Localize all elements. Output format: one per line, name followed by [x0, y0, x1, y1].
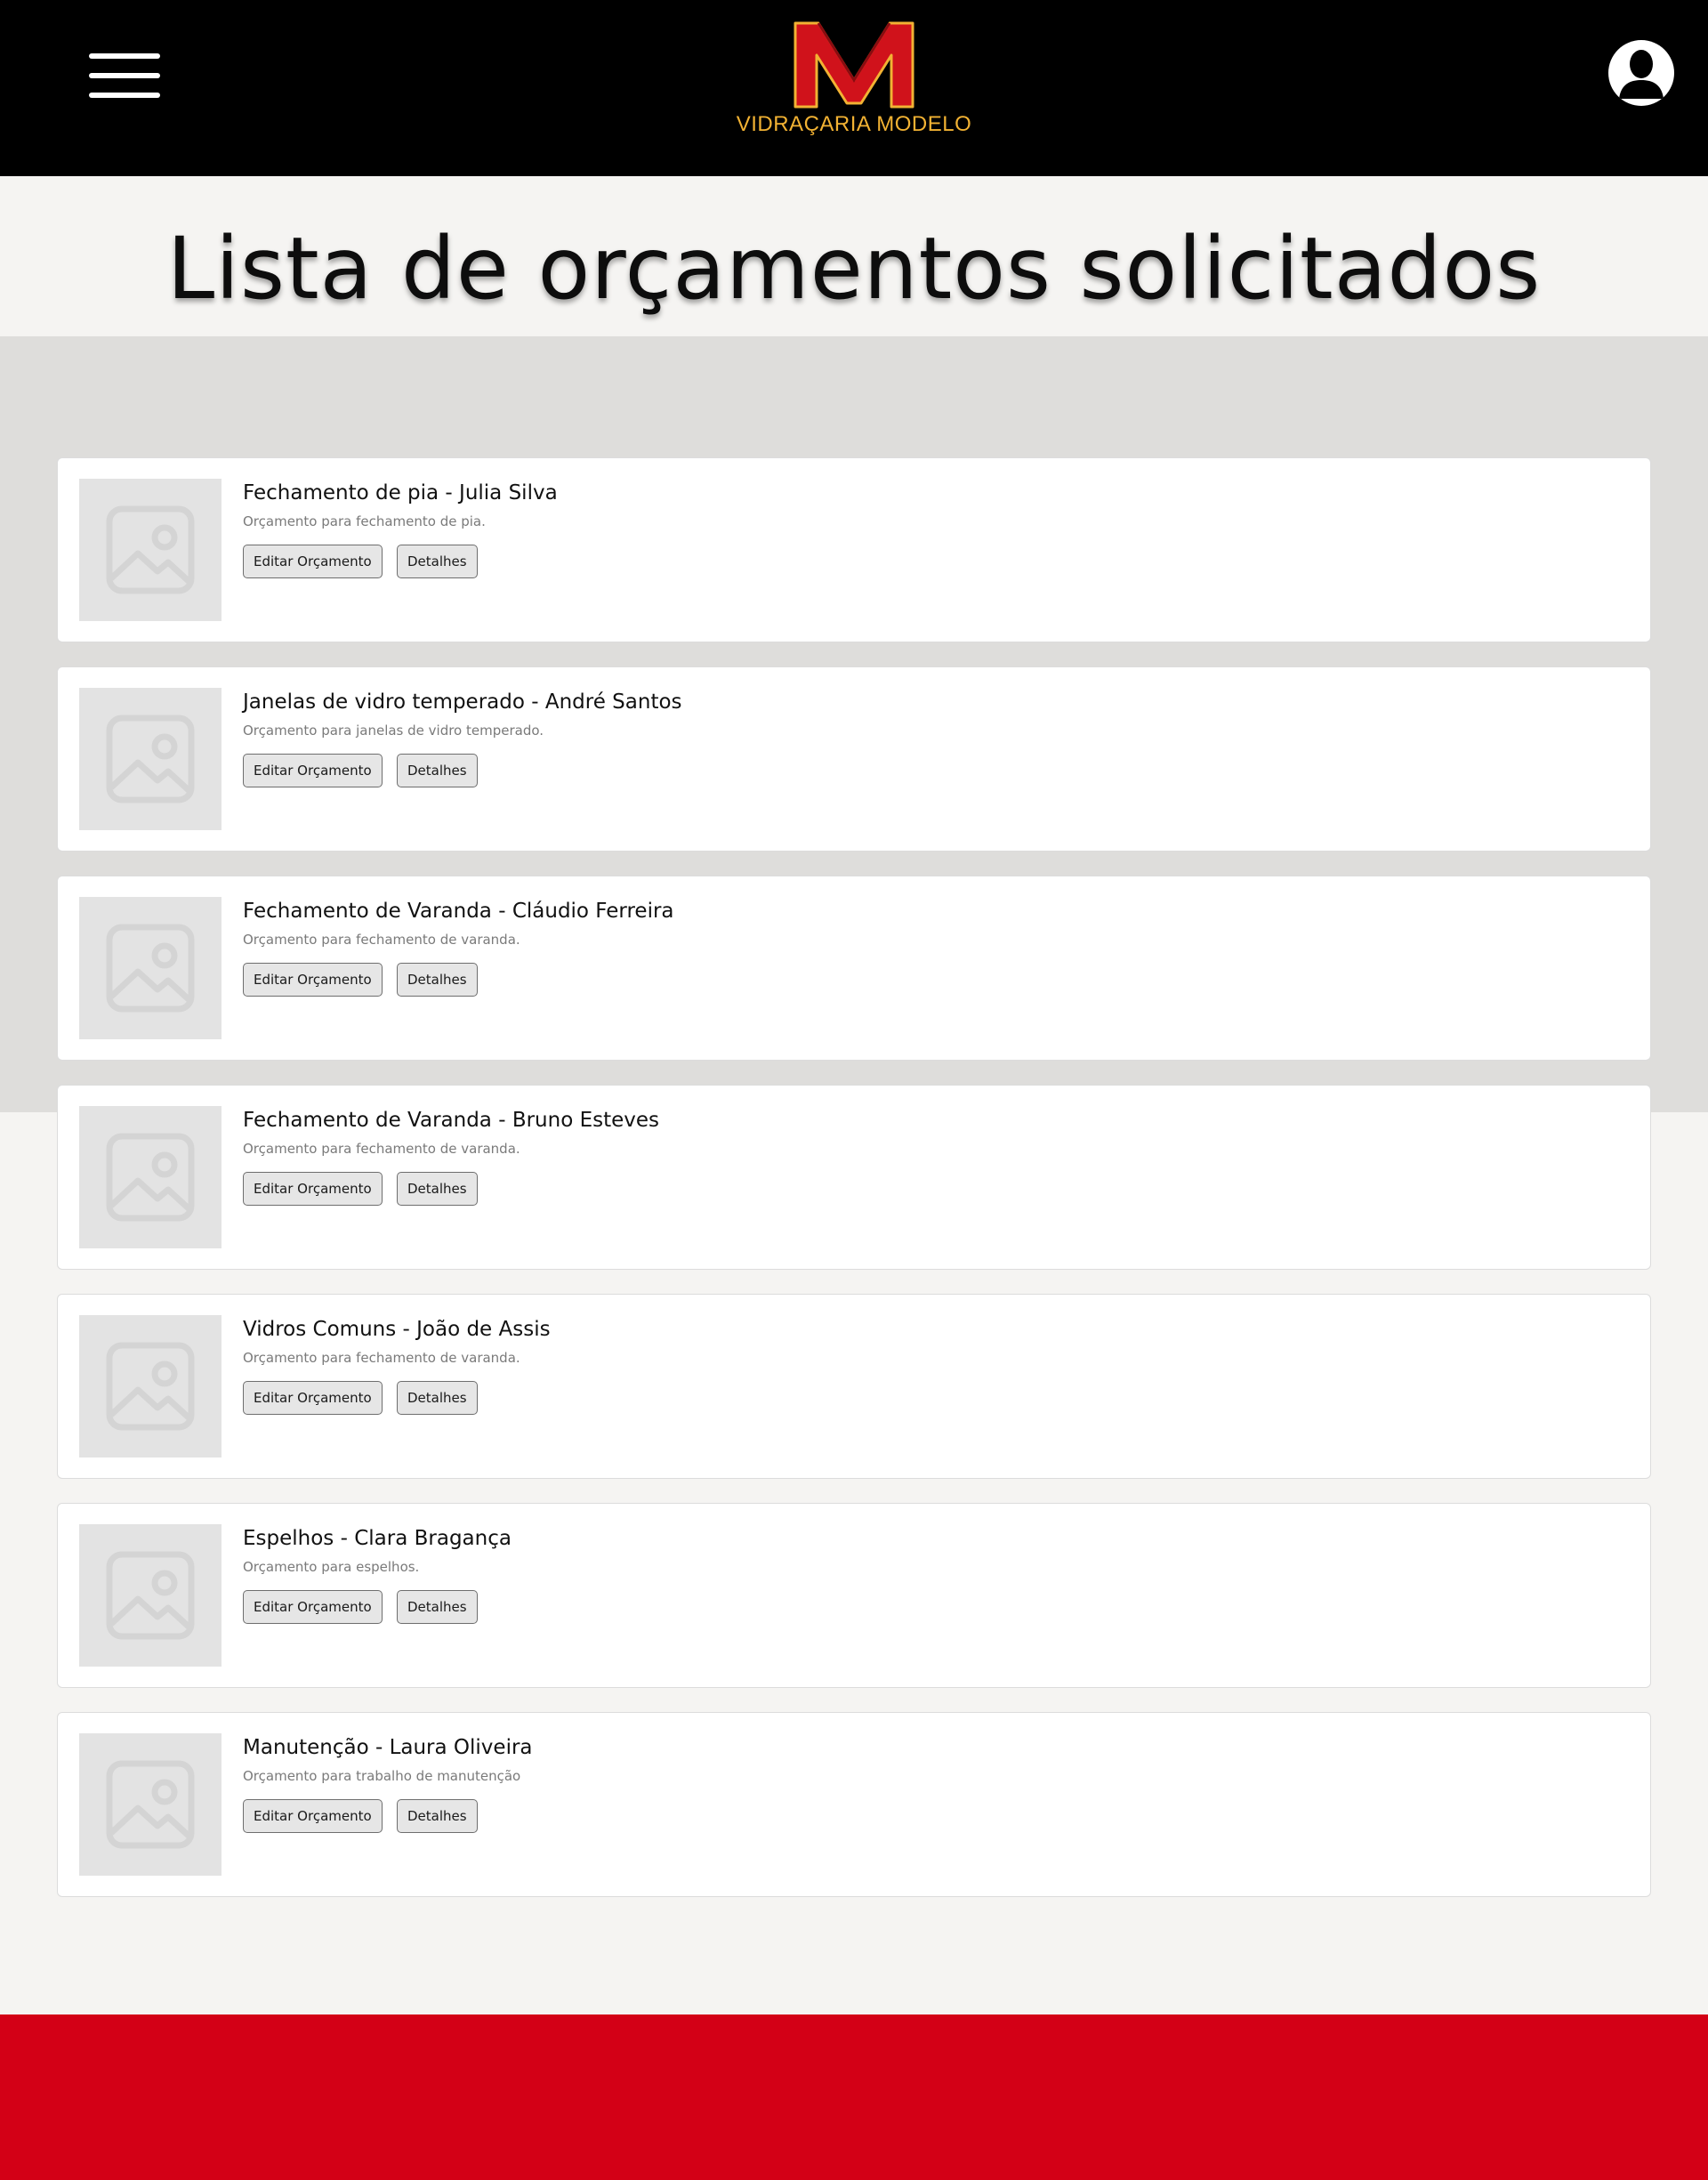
edit-quote-button[interactable]: Editar Orçamento	[243, 1590, 383, 1624]
quote-thumbnail	[79, 1106, 222, 1248]
quote-title: Fechamento de Varanda - Cláudio Ferreira	[243, 900, 674, 923]
edit-quote-button[interactable]: Editar Orçamento	[243, 1172, 383, 1206]
quote-description: Orçamento para espelhos.	[243, 1559, 420, 1575]
details-button[interactable]: Detalhes	[397, 1590, 478, 1624]
brand-logo[interactable]: VIDRAÇARIA MODELO	[729, 18, 979, 142]
quote-description: Orçamento para fechamento de varanda.	[243, 1350, 520, 1366]
menu-line	[89, 53, 160, 59]
quote-card: Fechamento de pia - Julia Silva Orçament…	[57, 457, 1651, 642]
page-title: Lista de orçamentos solicitados	[166, 219, 1542, 319]
image-placeholder-icon	[106, 1342, 195, 1431]
menu-line	[89, 93, 160, 98]
quote-title: Fechamento de pia - Julia Silva	[243, 481, 558, 505]
person-silhouette-icon	[1619, 50, 1664, 99]
quote-card: Espelhos - Clara Bragança Orçamento para…	[57, 1503, 1651, 1688]
quote-description: Orçamento para janelas de vidro temperad…	[243, 723, 544, 739]
quote-card: Fechamento de Varanda - Cláudio Ferreira…	[57, 876, 1651, 1061]
quote-card: Vidros Comuns - João de Assis Orçamento …	[57, 1294, 1651, 1479]
details-button[interactable]: Detalhes	[397, 1381, 478, 1415]
image-placeholder-icon	[106, 505, 195, 594]
edit-quote-button[interactable]: Editar Orçamento	[243, 545, 383, 578]
quote-list: Fechamento de pia - Julia Silva Orçament…	[57, 457, 1651, 1921]
edit-quote-button[interactable]: Editar Orçamento	[243, 754, 383, 787]
title-section: Lista de orçamentos solicitados	[0, 176, 1708, 336]
quote-description: Orçamento para fechamento de pia.	[243, 513, 486, 529]
footer	[0, 2014, 1708, 2180]
quote-title: Vidros Comuns - João de Assis	[243, 1318, 551, 1341]
quote-title: Fechamento de Varanda - Bruno Esteves	[243, 1109, 660, 1132]
edit-quote-button[interactable]: Editar Orçamento	[243, 1799, 383, 1833]
hamburger-menu-icon[interactable]	[89, 52, 160, 100]
details-button[interactable]: Detalhes	[397, 1172, 478, 1206]
quote-title: Janelas de vidro temperado - André Santo…	[243, 690, 682, 714]
image-placeholder-icon	[106, 924, 195, 1013]
quote-thumbnail	[79, 688, 222, 830]
image-placeholder-icon	[106, 715, 195, 803]
quote-title: Manutenção - Laura Oliveira	[243, 1736, 533, 1759]
image-placeholder-icon	[106, 1133, 195, 1222]
quote-description: Orçamento para fechamento de varanda.	[243, 1141, 520, 1157]
quote-card: Janelas de vidro temperado - André Santo…	[57, 666, 1651, 852]
quote-thumbnail	[79, 1524, 222, 1667]
quote-card: Manutenção - Laura Oliveira Orçamento pa…	[57, 1712, 1651, 1897]
image-placeholder-icon	[106, 1760, 195, 1849]
menu-line	[89, 73, 160, 78]
details-button[interactable]: Detalhes	[397, 1799, 478, 1833]
logo-text: VIDRAÇARIA MODELO	[736, 112, 972, 136]
details-button[interactable]: Detalhes	[397, 545, 478, 578]
quote-thumbnail	[79, 1733, 222, 1876]
details-button[interactable]: Detalhes	[397, 754, 478, 787]
image-placeholder-icon	[106, 1551, 195, 1640]
quote-description: Orçamento para trabalho de manutenção	[243, 1768, 521, 1784]
details-button[interactable]: Detalhes	[397, 963, 478, 997]
quote-thumbnail	[79, 1315, 222, 1457]
m-monogram-logo-icon	[794, 21, 914, 109]
top-navbar: VIDRAÇARIA MODELO	[0, 0, 1708, 176]
edit-quote-button[interactable]: Editar Orçamento	[243, 1381, 383, 1415]
quote-description: Orçamento para fechamento de varanda.	[243, 932, 520, 948]
quote-card: Fechamento de Varanda - Bruno Esteves Or…	[57, 1085, 1651, 1270]
quote-thumbnail	[79, 479, 222, 621]
quote-title: Espelhos - Clara Bragança	[243, 1527, 512, 1550]
quote-thumbnail	[79, 897, 222, 1039]
edit-quote-button[interactable]: Editar Orçamento	[243, 963, 383, 997]
user-avatar-icon[interactable]	[1608, 40, 1674, 106]
